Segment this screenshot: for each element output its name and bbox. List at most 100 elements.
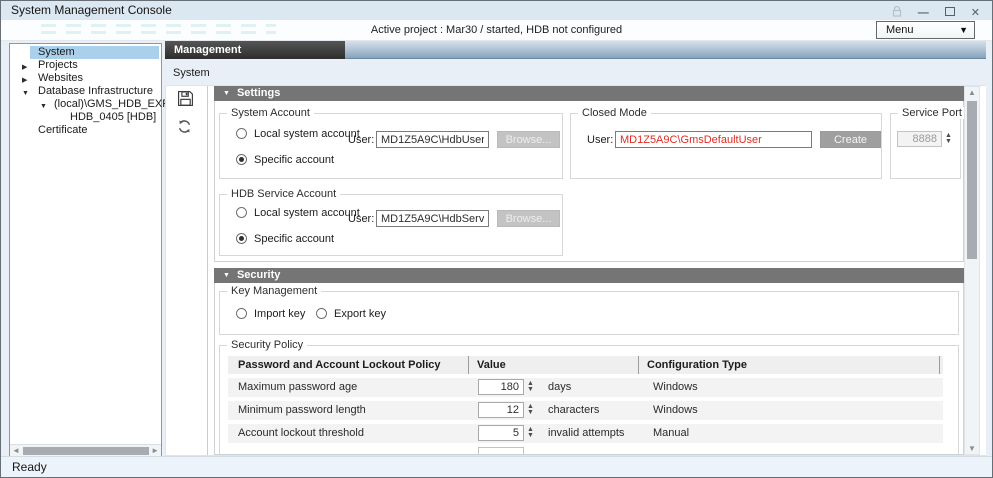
content-area: Management System ▼Settings (165, 41, 986, 457)
minimize-button[interactable]: — (918, 8, 929, 19)
close-button[interactable]: ✕ (971, 8, 980, 19)
create-button[interactable]: Create (820, 131, 881, 148)
navigation-tree: System ▶ Projects ▶ Websites ▼ Database … (9, 43, 162, 457)
system-account-user-input[interactable] (376, 131, 489, 148)
maximize-icon (945, 7, 955, 16)
table-row: Account lockout threshold ▲▼ invalid att… (228, 424, 943, 443)
unit-label: days (548, 378, 571, 397)
browse-button[interactable]: Browse... (497, 210, 560, 227)
table-row-clipped (228, 447, 943, 455)
value-input[interactable] (478, 379, 524, 395)
security-section-header[interactable]: ▼Security (214, 268, 964, 283)
unit-label: characters (548, 401, 599, 420)
key-management-group: Key Management Import key Export key (219, 291, 959, 335)
value-spinner: ▲▼ (478, 425, 534, 441)
policy-name: Maximum password age (228, 378, 468, 397)
spin-down-icon[interactable]: ▼ (527, 433, 534, 439)
refresh-icon (177, 119, 192, 134)
column-header-type: Configuration Type (638, 356, 939, 374)
spinner-arrows: ▲▼ (945, 133, 952, 145)
save-icon (177, 90, 194, 107)
radio-export-key[interactable]: Export key (316, 308, 386, 321)
spinner-arrows: ▲▼ (527, 427, 534, 439)
vertical-divider (207, 86, 208, 455)
configuration-type: Windows (638, 378, 943, 397)
menu-button[interactable]: Menu ▼ (876, 21, 975, 39)
collapse-triangle-icon: ▼ (223, 90, 230, 97)
user-label: User: (348, 134, 374, 146)
title-bar: System Management Console — ✕ (1, 1, 992, 20)
tree-item-hdb-instance[interactable]: ▼ (local)\GMS_HDB_EXPRESS (10, 98, 161, 111)
tree-item-database-infrastructure[interactable]: ▼ Database Infrastructure (10, 85, 161, 98)
column-header-policy: Password and Account Lockout Policy (228, 356, 468, 374)
radio-icon[interactable] (236, 128, 247, 139)
service-port-spinner: ▲▼ (897, 131, 952, 147)
policy-name: Account lockout threshold (228, 424, 468, 443)
value-spinner: ▲▼ (478, 379, 534, 395)
panels: ▼Settings System Account Local system ac… (214, 86, 964, 455)
tree-item-system[interactable]: System (10, 46, 161, 59)
tree-item-websites[interactable]: ▶ Websites (10, 72, 161, 85)
tab-management[interactable]: Management (165, 41, 345, 59)
status-bar: Ready (1, 456, 992, 477)
vertical-scrollbar[interactable]: ▲ ▼ (964, 86, 980, 455)
maximize-button[interactable] (945, 7, 955, 19)
system-account-group: System Account Local system account Spec… (219, 113, 563, 179)
radio-specific-account[interactable]: Specific account (236, 233, 334, 246)
toolbar: Active project : Mar30 / started, HDB no… (1, 20, 992, 41)
refresh-button[interactable] (177, 119, 195, 137)
save-button[interactable] (177, 90, 195, 108)
user-label: User: (348, 213, 374, 225)
browse-button[interactable]: Browse... (497, 131, 560, 148)
value-input[interactable] (478, 425, 524, 441)
radio-icon[interactable] (236, 207, 247, 218)
radio-import-key[interactable]: Import key (236, 308, 305, 321)
column-header-value: Value (468, 356, 638, 374)
spinner-arrows: ▲▼ (527, 404, 534, 416)
radio-local-system-account[interactable]: Local system account (236, 128, 360, 141)
security-policy-group: Security Policy Password and Account Loc… (219, 345, 959, 455)
configuration-type: Manual (638, 424, 943, 443)
service-port-group: Service Port ▲▼ (890, 113, 961, 179)
radio-local-system-account[interactable]: Local system account (236, 207, 360, 220)
window-title: System Management Console (11, 3, 172, 17)
value-input[interactable] (478, 402, 524, 418)
scroll-right-icon[interactable]: ► (151, 446, 159, 455)
scroll-up-icon[interactable]: ▲ (965, 88, 979, 97)
tree-item-certificate[interactable]: Certificate (10, 124, 161, 137)
security-policy-table: Password and Account Lockout Policy Valu… (228, 356, 943, 455)
closed-mode-user-input[interactable] (615, 131, 812, 148)
scrollbar-thumb[interactable] (23, 447, 149, 455)
table-row: Minimum password length ▲▼ characters Wi… (228, 401, 943, 420)
service-port-input[interactable] (897, 131, 942, 147)
column-divider (939, 356, 943, 374)
tree-item-projects[interactable]: ▶ Projects (10, 59, 161, 72)
spin-down-icon[interactable]: ▼ (527, 410, 534, 416)
value-spinner (478, 447, 524, 455)
hdb-service-account-user-input[interactable] (376, 210, 489, 227)
horizontal-scrollbar[interactable]: ◄ ► (10, 444, 161, 456)
hdb-service-account-group: HDB Service Account Local system account… (219, 194, 563, 256)
spinner-arrows: ▲▼ (527, 381, 534, 393)
radio-icon[interactable] (236, 308, 247, 319)
tree-item-hdb-instance-line2[interactable]: HDB_0405 [HDB] (10, 111, 161, 124)
collapse-triangle-icon: ▼ (223, 272, 230, 279)
configuration-type: Windows (638, 401, 943, 420)
spin-down-icon[interactable]: ▼ (527, 387, 534, 393)
scroll-down-icon[interactable]: ▼ (965, 444, 979, 453)
spin-down-icon[interactable]: ▼ (945, 139, 952, 145)
table-row: Maximum password age ▲▼ days Windows (228, 378, 943, 397)
radio-selected-icon[interactable] (236, 233, 247, 244)
scrollbar-thumb[interactable] (967, 101, 977, 259)
status-text: Ready (12, 460, 47, 474)
radio-selected-icon[interactable] (236, 154, 247, 165)
scroll-left-icon[interactable]: ◄ (12, 446, 20, 455)
chevron-down-icon: ▼ (959, 25, 968, 35)
radio-specific-account[interactable]: Specific account (236, 154, 334, 167)
unit-label: invalid attempts (548, 424, 624, 443)
settings-section-header[interactable]: ▼Settings (214, 86, 964, 101)
breadcrumb: System (173, 67, 210, 79)
menu-button-label: Menu (886, 24, 914, 36)
settings-section-body: System Account Local system account Spec… (214, 101, 964, 262)
radio-icon[interactable] (316, 308, 327, 319)
